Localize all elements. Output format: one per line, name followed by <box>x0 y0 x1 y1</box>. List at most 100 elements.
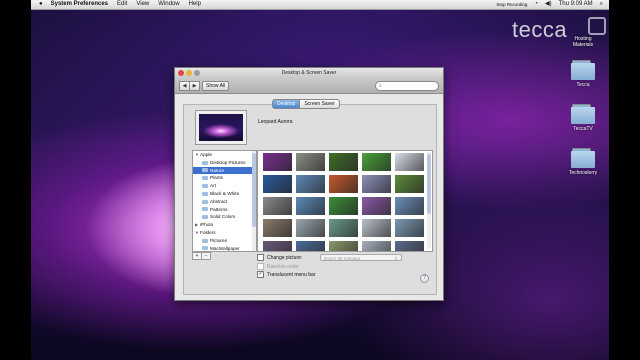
search-icon: ⌕ <box>379 83 382 89</box>
tab-screen-saver[interactable]: Screen Saver <box>300 99 340 109</box>
source-item[interactable]: ▼Apple <box>193 151 256 159</box>
random-order-option[interactable]: Random order <box>257 263 299 270</box>
chevron-updown-icon: ⇕ <box>394 256 398 261</box>
source-item[interactable]: Plants <box>193 174 256 182</box>
random-order-checkbox[interactable] <box>257 263 264 270</box>
remove-folder-button[interactable]: − <box>202 252 211 260</box>
desktop-icon-hosting-materials[interactable]: Hosting Materials <box>558 16 608 48</box>
help-button[interactable]: ? <box>420 274 429 283</box>
source-list-scrollbar[interactable] <box>252 151 256 251</box>
translucent-menu-bar-checkbox[interactable]: ✓ <box>257 271 264 278</box>
folder-icon <box>202 246 208 251</box>
menu-help[interactable]: Help <box>189 0 201 9</box>
picture-thumbnail[interactable] <box>296 175 325 193</box>
menu-view[interactable]: View <box>136 0 149 9</box>
folder-icon <box>571 148 595 168</box>
desktop-icon-label: Technoslerry <box>568 170 598 176</box>
stop-recording-item[interactable]: Stop Recording <box>496 0 527 9</box>
source-item[interactable]: Pictures <box>193 237 256 245</box>
source-item[interactable]: Desktop Pictures <box>193 159 256 167</box>
menu-edit[interactable]: Edit <box>117 0 127 9</box>
picture-thumbnail[interactable] <box>329 241 358 251</box>
picture-grid-scrollbar[interactable] <box>427 152 431 249</box>
minimize-icon[interactable] <box>186 70 192 76</box>
picture-thumbnail[interactable] <box>362 175 391 193</box>
source-item-label: Plants <box>210 175 224 181</box>
search-field[interactable]: ⌕ <box>375 81 439 91</box>
source-item[interactable]: Art <box>193 182 256 190</box>
picture-thumbnail[interactable] <box>395 175 424 193</box>
source-item-label: iPhoto <box>200 222 214 228</box>
forward-button[interactable]: ▶ <box>189 81 200 91</box>
picture-thumbnail[interactable] <box>395 197 424 215</box>
zoom-icon[interactable] <box>194 70 200 76</box>
source-item[interactable]: Abstract <box>193 198 256 206</box>
source-item-label: MacWallpaper <box>210 245 240 251</box>
source-buttons: + − <box>192 252 211 260</box>
picture-thumbnail[interactable] <box>395 241 424 251</box>
source-list: ▼Apple Desktop Pictures Nature Plants Art Bla… <box>192 150 257 252</box>
picture-thumbnail[interactable] <box>362 241 391 251</box>
menu-bar: ● System Preferences Edit View Window He… <box>31 0 609 10</box>
picture-thumbnail[interactable] <box>362 219 391 237</box>
source-item[interactable]: MacWallpaper <box>193 245 256 251</box>
desktop-icon-label: TeccaTV <box>573 126 593 132</box>
source-item[interactable]: Nature <box>193 166 256 175</box>
folder-icon <box>202 160 208 165</box>
picture-thumbnail[interactable] <box>329 197 358 215</box>
source-item[interactable]: Black & White <box>193 190 256 198</box>
tab-desktop[interactable]: Desktop <box>272 99 301 109</box>
add-folder-button[interactable]: + <box>192 252 202 260</box>
picture-thumbnail[interactable] <box>263 219 292 237</box>
source-item-label: Black & White <box>210 190 240 196</box>
picture-thumbnail[interactable] <box>263 175 292 193</box>
desktop-icon-tecca[interactable]: Tecca <box>558 60 608 88</box>
change-picture-option[interactable]: Change picture: <box>257 254 302 261</box>
source-item-label: Art <box>210 183 216 189</box>
change-picture-label: Change picture: <box>267 254 303 261</box>
desktop-screen-saver-window: Desktop & Screen Saver ◀ ▶ Show All ⌕ De… <box>174 67 444 301</box>
picture-thumbnail[interactable] <box>296 153 325 171</box>
volume-icon[interactable]: ◀) <box>545 0 552 9</box>
picture-thumbnail[interactable] <box>329 219 358 237</box>
spotlight-icon[interactable]: ⌕ <box>600 0 603 9</box>
change-picture-checkbox[interactable] <box>257 254 264 261</box>
picture-thumbnail[interactable] <box>263 153 292 171</box>
random-order-label: Random order <box>267 263 299 270</box>
picture-thumbnail[interactable] <box>263 241 292 251</box>
desktop-icon-teccatv[interactable]: TeccaTV <box>558 104 608 132</box>
change-interval-select[interactable]: Every 30 minutes ⇕ <box>320 254 402 261</box>
desktop-icon-technoslerry[interactable]: Technoslerry <box>558 148 608 176</box>
picture-thumbnail[interactable] <box>395 219 424 237</box>
apple-menu-icon[interactable]: ● <box>39 0 43 9</box>
source-item[interactable]: Patterns <box>193 206 256 214</box>
menu-app-name[interactable]: System Preferences <box>51 0 108 9</box>
picture-thumbnail[interactable] <box>296 241 325 251</box>
picture-thumbnail[interactable] <box>296 197 325 215</box>
show-all-button[interactable]: Show All <box>202 81 230 91</box>
picture-thumbnail[interactable] <box>362 197 391 215</box>
wifi-icon[interactable]: ◔ <box>534 0 538 9</box>
translucent-menu-bar-option[interactable]: ✓ Translucent menu bar <box>257 271 315 278</box>
picture-thumbnail[interactable] <box>362 153 391 171</box>
desktop: ● System Preferences Edit View Window He… <box>31 0 609 360</box>
picture-thumbnail[interactable] <box>329 153 358 171</box>
source-item-label: Abstract <box>210 198 228 204</box>
window-titlebar[interactable]: Desktop & Screen Saver <box>175 68 443 78</box>
source-item-label: Solid Colors <box>210 214 236 220</box>
picture-thumbnail[interactable] <box>329 175 358 193</box>
tab-bar: Desktop Screen Saver <box>272 99 340 109</box>
menu-window[interactable]: Window <box>158 0 179 9</box>
picture-thumbnail[interactable] <box>395 153 424 171</box>
source-item[interactable]: ▶ iPhoto <box>193 221 256 229</box>
source-item[interactable]: ▼Folders <box>193 229 256 237</box>
picture-thumbnail[interactable] <box>263 197 292 215</box>
window-title: Desktop & Screen Saver <box>281 70 337 76</box>
source-item[interactable]: Solid Colors <box>193 213 256 221</box>
source-item-label: Apple <box>200 152 212 157</box>
source-item-label: Pictures <box>210 237 227 243</box>
clock[interactable]: Thu 9:09 AM <box>559 0 593 9</box>
close-icon[interactable] <box>178 70 184 76</box>
picture-thumbnail[interactable] <box>296 219 325 237</box>
folder-icon <box>202 215 208 220</box>
